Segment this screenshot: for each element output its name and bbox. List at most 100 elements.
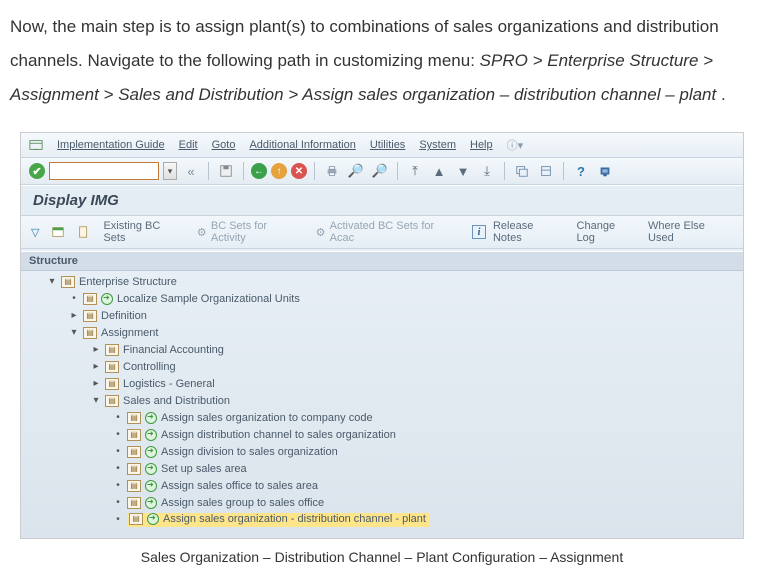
menu-utilities[interactable]: Utilities: [370, 139, 405, 151]
collapse-icon[interactable]: ▾: [91, 395, 101, 406]
img-node-icon: ▤: [83, 327, 97, 339]
menu-extra[interactable]: ⓘ▾: [507, 137, 524, 153]
first-page-button[interactable]: ⤒: [405, 161, 425, 181]
nav-back-icon[interactable]: ←: [251, 163, 267, 179]
tree-node-enterprise-structure[interactable]: ▾ ▤ Enterprise Structure: [21, 273, 743, 290]
img-node-icon: ▤: [61, 276, 75, 288]
find-next-button[interactable]: 🔎: [370, 161, 390, 181]
menu-edit[interactable]: Edit: [179, 139, 198, 151]
find-button[interactable]: 🔎: [346, 161, 366, 181]
command-dropdown[interactable]: ▾: [163, 162, 177, 180]
article-end: .: [721, 85, 726, 104]
img-tree: ▾ ▤ Enterprise Structure • ▤ Localize Sa…: [21, 271, 743, 528]
menu-additional-information[interactable]: Additional Information: [249, 139, 355, 151]
menu-help[interactable]: Help: [470, 139, 493, 151]
toolbar: ✔ ▾ « ← ↑ ✕ 🔎 🔎 ⤒ ▲ ▼ ⤓ ?: [21, 158, 743, 185]
img-activity-button[interactable]: [51, 225, 65, 239]
img-node-icon: ▤: [127, 429, 141, 441]
tree-leaf-assign-group-office[interactable]: • ▤ Assign sales group to sales office: [21, 494, 743, 511]
img-node-icon: ▤: [105, 378, 119, 390]
execute-icon[interactable]: [101, 293, 113, 305]
save-button[interactable]: [216, 161, 236, 181]
nav-exit-icon[interactable]: ↑: [271, 163, 287, 179]
enter-button[interactable]: ✔: [29, 163, 45, 179]
tree-node-assignment[interactable]: ▾ ▤ Assignment: [21, 324, 743, 341]
prev-page-button[interactable]: ▲: [429, 161, 449, 181]
tree-leaf-assign-office-area[interactable]: • ▤ Assign sales office to sales area: [21, 477, 743, 494]
menu-goto[interactable]: Goto: [212, 139, 236, 151]
sap-menu-icon[interactable]: [29, 138, 43, 152]
img-node-icon: ▤: [127, 480, 141, 492]
shortcut-button[interactable]: [536, 161, 556, 181]
tree-node-logistics-general[interactable]: ▸ ▤ Logistics - General: [21, 375, 743, 392]
expand-icon[interactable]: ▸: [91, 361, 101, 372]
tree-node-definition[interactable]: ▸ ▤ Definition: [21, 307, 743, 324]
tree-leaf-assign-sorg-dc-plant[interactable]: • ▤ Assign sales organization - distribu…: [21, 511, 743, 528]
change-log-button[interactable]: Change Log: [577, 220, 637, 244]
page-title: Display IMG: [21, 185, 743, 216]
execute-icon[interactable]: [145, 446, 157, 458]
tree-header: Structure: [21, 251, 743, 271]
release-notes-button[interactable]: i Release Notes: [472, 220, 565, 244]
img-node-icon: ▤: [105, 344, 119, 356]
info-icon: i: [472, 225, 486, 239]
execute-icon[interactable]: [145, 463, 157, 475]
expand-all-button[interactable]: ▽: [31, 226, 39, 239]
back-button[interactable]: «: [181, 161, 201, 181]
execute-icon[interactable]: [147, 513, 159, 525]
article-paragraph: Now, the main step is to assign plant(s)…: [10, 10, 754, 112]
help-button[interactable]: ?: [571, 161, 591, 181]
tree-leaf-assign-sorg-company[interactable]: • ▤ Assign sales organization to company…: [21, 409, 743, 426]
tree-leaf-setup-sales-area[interactable]: • ▤ Set up sales area: [21, 460, 743, 477]
tree-node-controlling[interactable]: ▸ ▤ Controlling: [21, 358, 743, 375]
bullet-icon: •: [113, 412, 123, 423]
bullet-icon: •: [113, 480, 123, 491]
existing-bc-sets-button[interactable]: Existing BC Sets: [103, 220, 184, 244]
tree-area: Structure ▾ ▤ Enterprise Structure • ▤ L…: [21, 249, 743, 538]
last-page-button[interactable]: ⤓: [477, 161, 497, 181]
application-toolbar: ▽ Existing BC Sets ⚙ BC Sets for Activit…: [21, 216, 743, 249]
sap-gui-window: Implementation Guide Edit Goto Additiona…: [20, 132, 744, 539]
menu-system[interactable]: System: [419, 139, 456, 151]
tree-node-sales-distribution[interactable]: ▾ ▤ Sales and Distribution: [21, 392, 743, 409]
customize-button[interactable]: [595, 161, 615, 181]
collapse-icon[interactable]: ▾: [69, 327, 79, 338]
img-node-icon: ▤: [127, 412, 141, 424]
command-field[interactable]: [49, 162, 159, 180]
print-button[interactable]: [322, 161, 342, 181]
bullet-icon: •: [113, 463, 123, 474]
img-node-icon: ▤: [129, 513, 143, 525]
img-node-icon: ▤: [127, 463, 141, 475]
bc-sets-activity-button[interactable]: ⚙ BC Sets for Activity: [197, 220, 304, 244]
activated-bc-sets-button[interactable]: ⚙ Activated BC Sets for Acac: [316, 220, 460, 244]
bullet-icon: •: [113, 446, 123, 457]
expand-icon[interactable]: ▸: [91, 378, 101, 389]
img-node-icon: ▤: [127, 446, 141, 458]
nav-cancel-icon[interactable]: ✕: [291, 163, 307, 179]
menu-bar: Implementation Guide Edit Goto Additiona…: [21, 133, 743, 158]
tree-leaf-assign-division-sorg[interactable]: • ▤ Assign division to sales organizatio…: [21, 443, 743, 460]
execute-icon[interactable]: [145, 429, 157, 441]
img-node-icon: ▤: [83, 293, 97, 305]
next-page-button[interactable]: ▼: [453, 161, 473, 181]
expand-icon[interactable]: ▸: [69, 310, 79, 321]
img-node-icon: ▤: [105, 361, 119, 373]
execute-icon[interactable]: [145, 497, 157, 509]
img-node-icon: ▤: [105, 395, 119, 407]
doc-button[interactable]: [77, 225, 91, 239]
execute-icon[interactable]: [145, 480, 157, 492]
img-node-icon: ▤: [127, 497, 141, 509]
tree-node-localize[interactable]: • ▤ Localize Sample Organizational Units: [21, 290, 743, 307]
expand-icon[interactable]: ▸: [91, 344, 101, 355]
tree-node-financial-accounting[interactable]: ▸ ▤ Financial Accounting: [21, 341, 743, 358]
bullet-icon: •: [113, 514, 123, 525]
bullet-icon: •: [69, 293, 79, 304]
collapse-icon[interactable]: ▾: [47, 276, 57, 287]
where-else-used-button[interactable]: Where Else Used: [648, 220, 733, 244]
bullet-icon: •: [113, 497, 123, 508]
tree-leaf-assign-dchannel-sorg[interactable]: • ▤ Assign distribution channel to sales…: [21, 426, 743, 443]
bullet-icon: •: [113, 429, 123, 440]
execute-icon[interactable]: [145, 412, 157, 424]
new-session-button[interactable]: [512, 161, 532, 181]
menu-implementation-guide[interactable]: Implementation Guide: [57, 139, 165, 151]
